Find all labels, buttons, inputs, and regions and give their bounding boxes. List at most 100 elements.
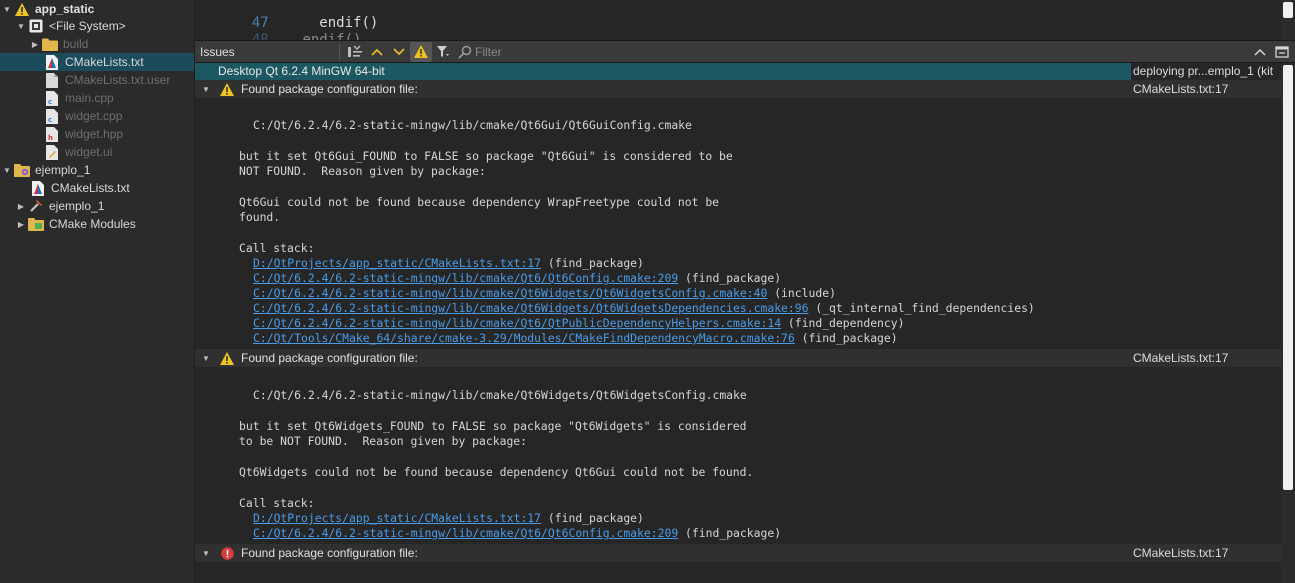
issues-scrollbar[interactable] [1281,63,1295,583]
tree-item-ejemplo-cmakelists[interactable]: CMakeLists.txt [0,179,194,197]
tree-item-build[interactable]: ▶ build [0,35,194,53]
filter-input[interactable] [475,44,595,59]
issue-title: Found package configuration file: [241,82,418,96]
issue-location[interactable]: CMakeLists.txt:17 [1131,546,1281,560]
tree-item-cmake-modules[interactable]: ▶ CMake Modules [0,215,194,233]
chevron-down-icon [393,47,405,55]
chevron-up-icon [371,48,383,56]
stack-frame-function: (include) [767,286,836,300]
cpp-file-icon: c [44,108,60,124]
error-icon [219,545,235,561]
chevron-down-icon[interactable]: ▼ [2,161,12,179]
editor-scrollbar[interactable] [1281,0,1295,40]
config-path: C:/Qt/6.2.4/6.2-static-mingw/lib/cmake/Q… [253,118,692,132]
stack-frame-link[interactable]: C:/Qt/6.2.4/6.2-static-mingw/lib/cmake/Q… [253,286,767,300]
tree-item-label: build [63,37,89,51]
tree-item-label: CMakeLists.txt.user [65,73,171,87]
tree-item-ejemplo-1-target[interactable]: ▶ ejemplo_1 [0,197,194,215]
chevron-down-icon[interactable]: ▼ [201,80,211,98]
call-stack-label: Call stack: [239,241,315,255]
tree-item-label: main.cpp [65,91,114,105]
kit-header[interactable]: Desktop Qt 6.2.4 MinGW 64-bit deploying … [195,63,1281,80]
stack-frame: C:/Qt/6.2.4/6.2-static-mingw/lib/cmake/Q… [253,316,905,331]
tree-item-cmakelists-selected[interactable]: CMakeLists.txt [0,53,194,71]
show-output-button[interactable] [344,42,366,62]
issue-header[interactable]: ▼ Found package configuration file: CMak… [195,349,1281,367]
chevron-right-icon[interactable]: ▶ [16,215,26,233]
stack-frame: D:/QtProjects/app_static/CMakeLists.txt:… [253,256,644,271]
warning-icon [414,45,428,58]
issue-message: but it set Qt6Gui_FOUND to FALSE so pack… [239,149,733,163]
filter-box[interactable] [458,42,603,62]
tree-item-label: ejemplo_1 [49,199,105,213]
stack-frame: C:/Qt/6.2.4/6.2-static-mingw/lib/cmake/Q… [253,301,1035,316]
code-line: 48 endif() [195,16,362,40]
chevron-down-icon[interactable]: ▼ [2,0,12,18]
tree-item-widget-cpp[interactable]: c widget.cpp [0,107,194,125]
tree-item-app-static[interactable]: ▼ app_static [0,0,194,18]
stack-frame-link[interactable]: D:/QtProjects/app_static/CMakeLists.txt:… [253,256,541,270]
issue-header[interactable]: ▼ Found package configuration file: CMak… [195,80,1281,98]
maximize-pane-button[interactable] [1249,42,1271,62]
toolbar-separator [339,43,340,60]
code-text: endif() [302,32,362,40]
stack-frame-link[interactable]: C:/Qt/6.2.4/6.2-static-mingw/lib/cmake/Q… [253,301,808,315]
previous-item-button[interactable] [366,42,388,62]
code-line: 47 endif() [195,0,378,31]
tree-item-main-cpp[interactable]: c main.cpp [0,89,194,107]
show-output-icon [348,45,362,57]
tree-item-label: widget.hpp [65,127,124,141]
scrollbar-thumb[interactable] [1283,2,1293,18]
issue-title: Found package configuration file: [241,546,418,560]
stack-frame-link[interactable]: C:/Qt/6.2.4/6.2-static-mingw/lib/cmake/Q… [253,271,678,285]
stack-frame-function: (find_package) [541,256,644,270]
tree-item-file-system[interactable]: ▼ <File System> [0,17,194,35]
issue-location[interactable]: CMakeLists.txt:17 [1131,351,1281,365]
project-tree: ▼ app_static ▼ <File System> ▶ build CMa… [0,0,195,583]
scrollbar-thumb[interactable] [1283,65,1293,490]
file-icon [44,72,60,88]
stack-frame: C:/Qt/6.2.4/6.2-static-mingw/lib/cmake/Q… [253,271,781,286]
issue-location[interactable]: CMakeLists.txt:17 [1131,82,1281,96]
kit-task: deploying pr...emplo_1 (kit [1131,63,1281,80]
issue-message: NOT FOUND. Reason given by package: [239,164,486,178]
stack-frame-link[interactable]: C:/Qt/6.2.4/6.2-static-mingw/lib/cmake/Q… [253,316,781,330]
stack-frame-link[interactable]: D:/QtProjects/app_static/CMakeLists.txt:… [253,511,541,525]
filter-by-categories-button[interactable] [432,42,454,62]
tree-item-label: widget.ui [65,145,113,159]
stack-frame-link[interactable]: C:/Qt/Tools/CMake_64/share/cmake-3.29/Mo… [253,331,795,345]
stack-frame: D:/QtProjects/app_static/CMakeLists.txt:… [253,511,644,526]
next-item-button[interactable] [388,42,410,62]
code-editor[interactable]: 47 endif() 48 endif() [195,0,1295,40]
stack-frame-link[interactable]: C:/Qt/6.2.4/6.2-static-mingw/lib/cmake/Q… [253,526,678,540]
chevron-down-icon[interactable]: ▼ [16,17,26,35]
config-path: C:/Qt/6.2.4/6.2-static-mingw/lib/cmake/Q… [253,388,747,402]
close-pane-button[interactable] [1271,42,1293,62]
show-warnings-toggle[interactable] [410,41,432,62]
call-stack-label: Call stack: [239,496,315,510]
filter-icon [437,45,449,57]
chevron-down-icon[interactable]: ▼ [201,544,211,562]
chevron-right-icon[interactable]: ▶ [30,35,40,53]
tree-item-label: CMakeLists.txt [65,55,144,69]
tree-item-ejemplo-1-project[interactable]: ▼ ejemplo_1 [0,161,194,179]
stack-frame: C:/Qt/Tools/CMake_64/share/cmake-3.29/Mo… [253,331,898,346]
kit-name: Desktop Qt 6.2.4 MinGW 64-bit [195,63,1131,80]
tree-item-label: <File System> [49,19,126,33]
tree-item-widget-ui[interactable]: widget.ui [0,143,194,161]
svg-text:h: h [48,134,53,142]
stack-frame-function: (find_package) [541,511,644,525]
tree-item-label: CMakeLists.txt [51,181,130,195]
chevron-down-icon[interactable]: ▼ [201,349,211,367]
tree-item-widget-hpp[interactable]: h widget.hpp [0,125,194,143]
tree-item-label: app_static [35,2,95,16]
project-folder-icon [14,162,30,178]
issues-toolbar: Issues [195,40,1295,63]
stack-frame: C:/Qt/6.2.4/6.2-static-mingw/lib/cmake/Q… [253,526,781,541]
stack-frame-function: (find_package) [678,526,782,540]
svg-text:c: c [48,116,52,124]
tree-item-cmakelists-user[interactable]: CMakeLists.txt.user [0,71,194,89]
line-number: 48 [251,32,269,40]
chevron-right-icon[interactable]: ▶ [16,197,26,215]
issue-header[interactable]: ▼ Found package configuration file: CMak… [195,544,1281,562]
